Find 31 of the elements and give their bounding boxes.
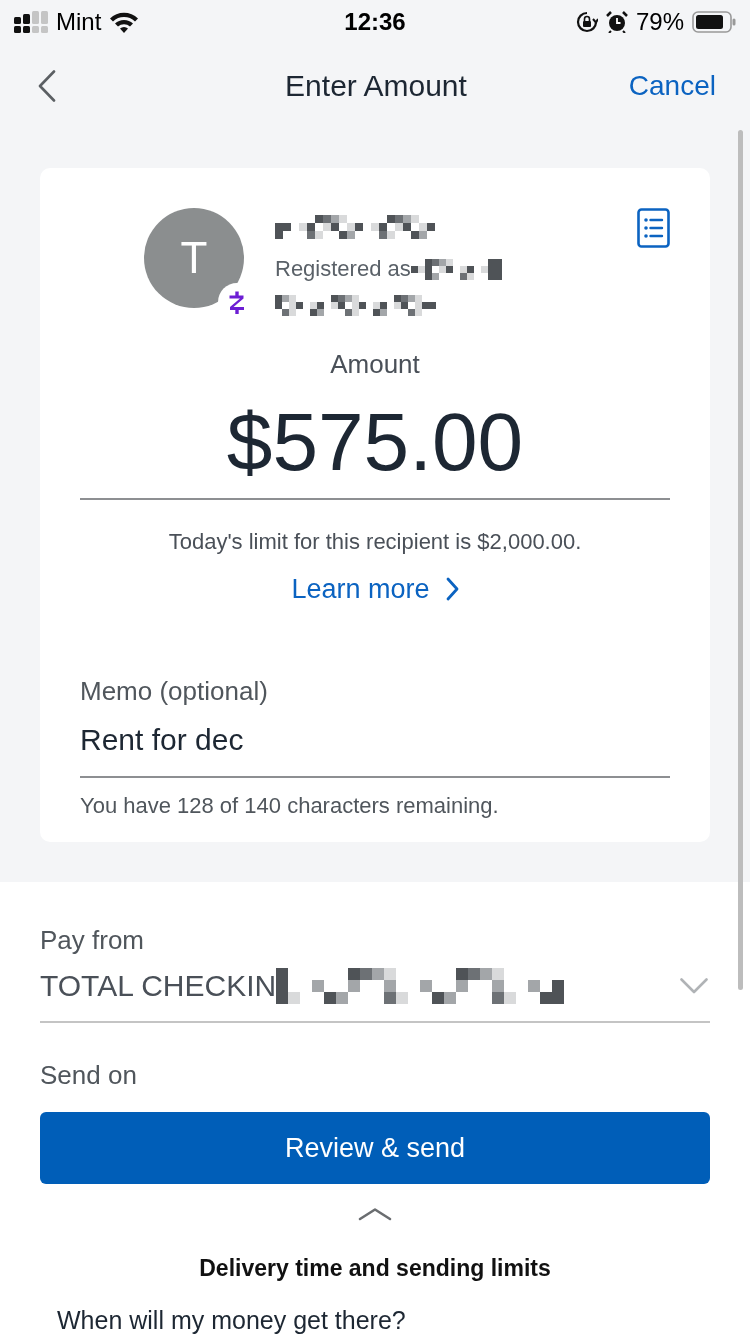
chevron-right-icon <box>445 577 459 601</box>
learn-more-link[interactable]: Learn more <box>291 572 459 606</box>
send-on-label: Send on <box>40 1059 138 1091</box>
battery-icon <box>692 11 736 33</box>
review-and-send-button[interactable]: Review & send <box>40 1112 710 1184</box>
list-icon[interactable] <box>637 208 670 248</box>
page-title: Enter Amount <box>285 68 467 104</box>
signal-icon <box>14 11 48 33</box>
expand-panel-button[interactable] <box>358 1207 392 1221</box>
orientation-lock-icon <box>575 11 598 33</box>
memo-character-count: You have 128 of 140 characters remaining. <box>80 792 500 820</box>
memo-input[interactable]: Rent for dec <box>80 714 670 778</box>
carrier-name: Mint <box>56 8 102 36</box>
clock-time: 12:36 <box>344 8 406 36</box>
back-button[interactable] <box>36 68 58 104</box>
account-select[interactable]: TOTAL CHECKIN <box>40 956 710 1023</box>
memo-label: Memo (optional) <box>80 675 269 707</box>
wifi-icon <box>109 11 140 33</box>
amount-label: Amount <box>329 349 421 379</box>
battery-percentage: 79% <box>635 8 684 36</box>
pay-from-label: Pay from <box>40 924 146 956</box>
chevron-down-icon <box>680 978 708 994</box>
amount-input[interactable]: $575.00 <box>80 386 670 500</box>
chevron-left-icon <box>38 70 56 102</box>
chevron-up-icon <box>358 1207 392 1221</box>
alarm-clock-icon <box>605 11 628 33</box>
registered-as-label: Registered as <box>275 255 411 283</box>
faq-question[interactable]: When will my money get there? <box>57 1306 710 1334</box>
limit-text: Today's limit for this recipient is $2,000.00. <box>167 528 583 556</box>
cancel-button[interactable]: Cancel <box>628 69 716 103</box>
delivery-limits-title: Delivery time and sending limits <box>198 1254 552 1283</box>
